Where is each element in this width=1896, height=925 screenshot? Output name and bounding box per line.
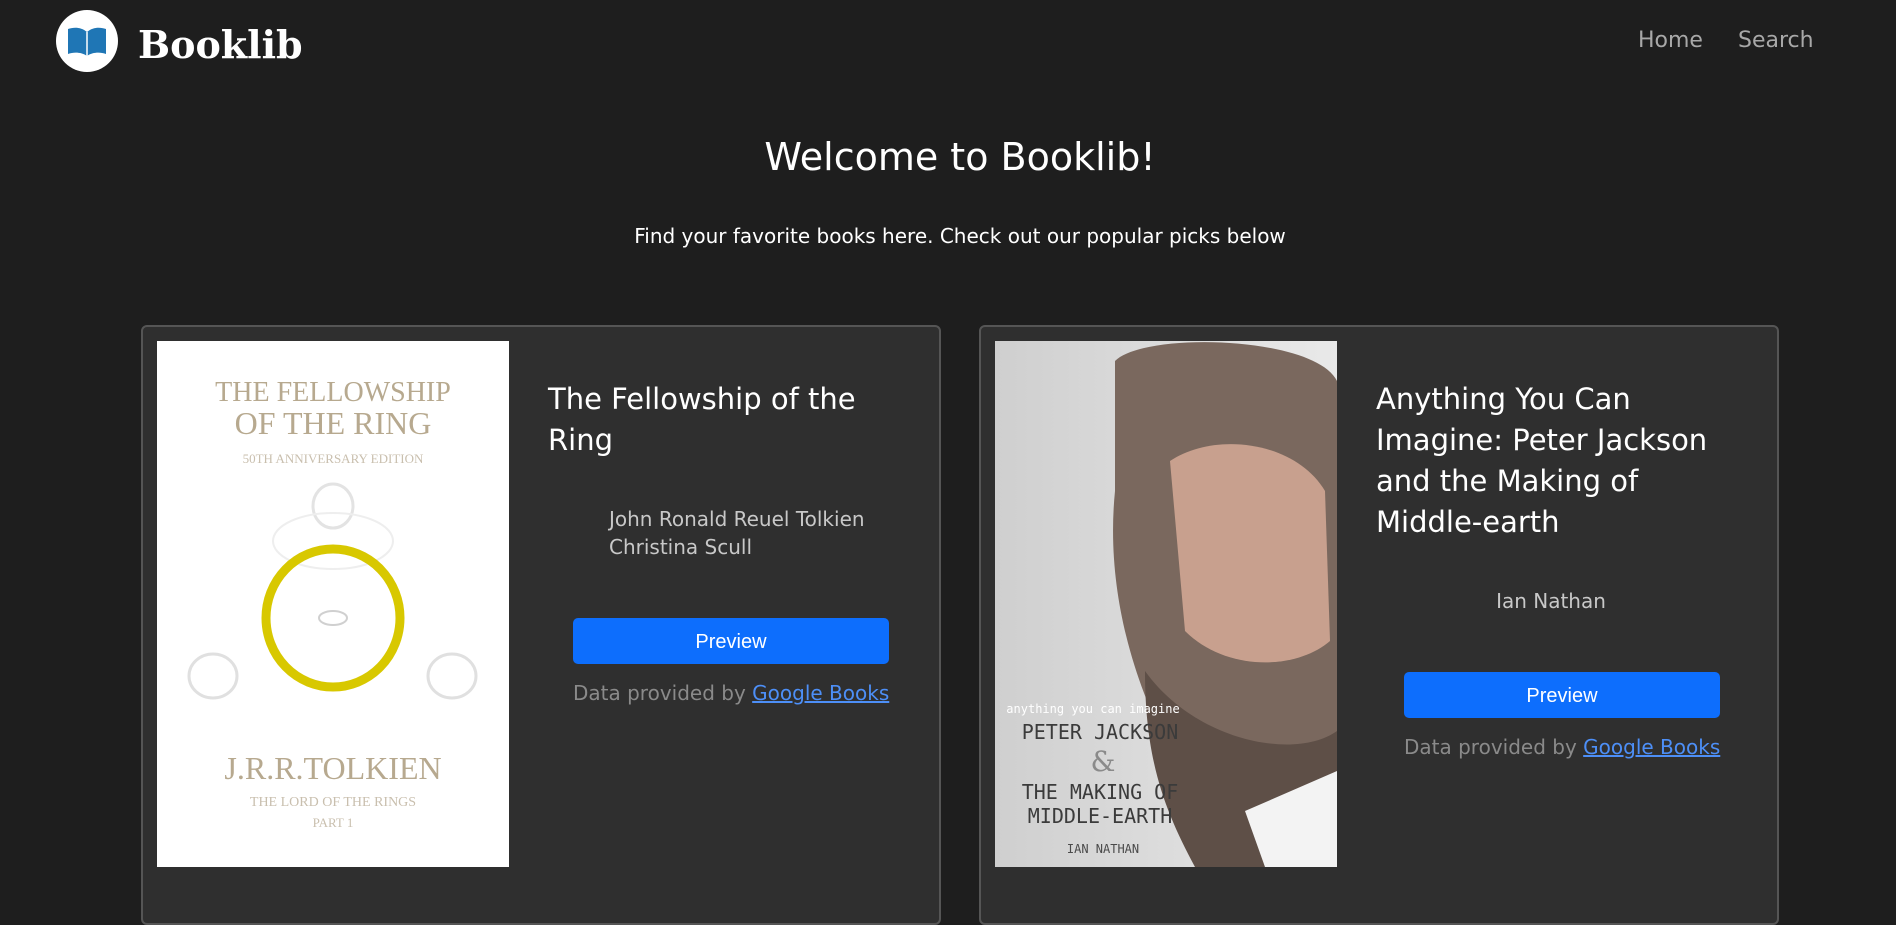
brand-name[interactable]: Booklib <box>138 22 303 67</box>
google-books-link[interactable]: Google Books <box>752 681 889 705</box>
google-books-link[interactable]: Google Books <box>1583 735 1720 759</box>
page-subtitle: Find your favorite books here. Check out… <box>634 224 1286 248</box>
svg-text:PART 1: PART 1 <box>313 815 354 830</box>
svg-text:MIDDLE-EARTH: MIDDLE-EARTH <box>1028 804 1173 828</box>
svg-text:J.R.R.TOLKIEN: J.R.R.TOLKIEN <box>224 750 441 786</box>
book-title: The Fellowship of the Ring <box>548 382 856 457</box>
svg-text:50TH ANNIVERSARY EDITION: 50TH ANNIVERSARY EDITION <box>243 451 424 466</box>
data-attribution: Data provided by Google Books <box>573 681 889 705</box>
book-card: THE FELLOWSHIP OF THE RING 50TH ANNIVERS… <box>141 325 941 925</box>
svg-text:THE LORD OF THE RINGS: THE LORD OF THE RINGS <box>250 795 416 810</box>
preview-button[interactable]: Preview <box>1404 672 1720 718</box>
svg-text:IAN NATHAN: IAN NATHAN <box>1067 842 1139 856</box>
author-list: Ian Nathan <box>1376 587 1726 615</box>
svg-text:THE MAKING OF: THE MAKING OF <box>1022 780 1179 804</box>
author-name: John Ronald Reuel Tolkien <box>609 507 865 531</box>
open-book-icon <box>68 27 106 56</box>
author-list: John Ronald Reuel Tolkien Christina Scul… <box>609 505 909 561</box>
nav-link-home[interactable]: Home <box>1638 28 1703 53</box>
svg-text:&: & <box>1091 745 1116 778</box>
page-title: Welcome to Booklib! <box>764 135 1156 179</box>
svg-text:THE FELLOWSHIP: THE FELLOWSHIP <box>215 377 451 408</box>
svg-text:anything you can imagine: anything you can imagine <box>1006 702 1179 716</box>
preview-button[interactable]: Preview <box>573 618 889 664</box>
attribution-text: Data provided by <box>1404 735 1577 759</box>
svg-text:PETER JACKSON: PETER JACKSON <box>1022 720 1179 744</box>
logo[interactable] <box>56 10 118 72</box>
book-cover-image: anything you can imagine PETER JACKSON &… <box>995 341 1337 867</box>
book-cover-image: THE FELLOWSHIP OF THE RING 50TH ANNIVERS… <box>157 341 509 867</box>
navbar: Booklib Home Search <box>0 0 1896 90</box>
author-name: Christina Scull <box>609 535 753 559</box>
data-attribution: Data provided by Google Books <box>1404 735 1720 759</box>
attribution-text: Data provided by <box>573 681 746 705</box>
author-name: Ian Nathan <box>1496 589 1606 613</box>
book-card: anything you can imagine PETER JACKSON &… <box>979 325 1779 925</box>
book-title: Anything You Can Imagine: Peter Jackson … <box>1376 382 1708 539</box>
nav-link-search[interactable]: Search <box>1738 28 1814 53</box>
svg-text:OF THE RING: OF THE RING <box>235 405 432 441</box>
